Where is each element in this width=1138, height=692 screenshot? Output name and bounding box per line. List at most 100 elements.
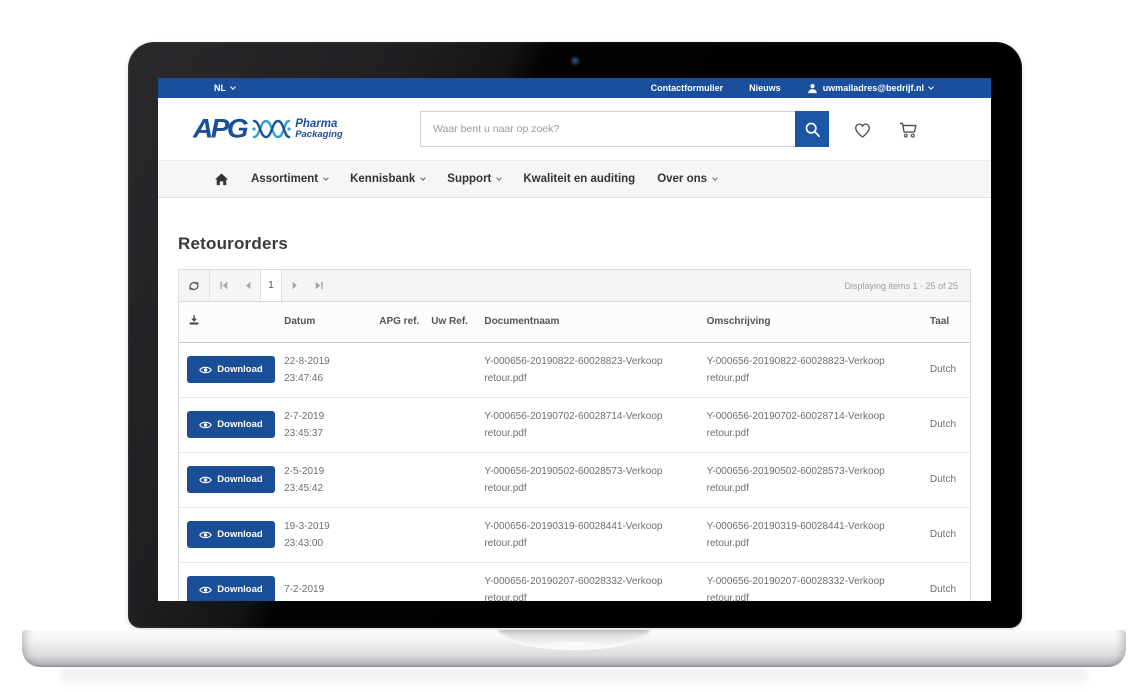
uw-ref-cell <box>423 452 476 507</box>
apg-ref-cell <box>371 562 423 601</box>
nav-item-support[interactable]: Support <box>447 173 501 185</box>
nav-item-label: Support <box>447 173 491 185</box>
heart-icon <box>850 117 875 141</box>
page-number[interactable]: 1 <box>260 270 282 301</box>
time-value: 23:47:46 <box>284 370 365 387</box>
logo-brand-line2: Packaging <box>295 130 343 140</box>
download-button[interactable]: Download <box>187 521 275 548</box>
refresh-button[interactable] <box>179 270 210 301</box>
download-button[interactable]: Download <box>187 466 275 493</box>
chevron-down-icon <box>230 84 236 90</box>
document-name-cell: Y-000656-20190502-60028573-Verkoop retou… <box>476 452 698 507</box>
home-icon <box>214 172 229 186</box>
next-page-button[interactable] <box>282 270 306 301</box>
download-cell: Download <box>179 342 276 397</box>
nav-item-kennisbank[interactable]: Kennisbank <box>350 173 425 185</box>
search-icon <box>804 121 821 138</box>
download-button[interactable]: Download <box>187 356 275 383</box>
document-name-cell: Y-000656-20190319-60028441-Verkoop retou… <box>476 507 698 562</box>
logo-brand-text: Pharma Packaging <box>295 118 343 140</box>
date-cell: 19-3-2019 23:43:00 <box>276 507 371 562</box>
nav-home[interactable] <box>214 172 229 186</box>
news-link[interactable]: Nieuws <box>749 83 781 93</box>
contact-link[interactable]: Contactformulier <box>651 83 724 93</box>
eye-icon <box>199 530 212 540</box>
table-row: Download 19-3-2019 23:43:00 Y-000656-201… <box>179 507 970 562</box>
dna-icon <box>251 115 291 143</box>
description-cell: Y-000656-20190207-60028332-Verkoop retou… <box>699 562 922 601</box>
laptop-reflection <box>60 669 1088 689</box>
download-cell: Download <box>179 397 276 452</box>
table-row: Download 2-5-2019 23:45:42 Y-000656-2019… <box>179 452 970 507</box>
laptop-base-notch <box>498 630 650 650</box>
apg-ref-cell <box>371 342 423 397</box>
prev-page-icon <box>242 279 255 292</box>
uw-ref-cell <box>423 562 476 601</box>
table-row: Download 2-7-2019 23:45:37 Y-000656-2019… <box>179 397 970 452</box>
language-selector[interactable]: NL <box>214 83 235 93</box>
laptop-base <box>22 630 1126 667</box>
laptop-screen-bezel: NL Contactformulier Nieuws uwmailadres@b… <box>128 42 1022 628</box>
documents-grid: 1 <box>178 269 971 601</box>
download-cell: Download <box>179 562 276 601</box>
apg-ref-cell <box>371 397 423 452</box>
column-header-taal: Taal <box>922 302 970 342</box>
date-value: 2-5-2019 <box>284 463 365 480</box>
column-header-omschrijving: Omschrijving <box>699 302 922 342</box>
column-header-apg-ref: APG ref. <box>371 302 423 342</box>
prev-page-button[interactable] <box>236 270 260 301</box>
download-button[interactable]: Download <box>187 411 275 438</box>
pager: 1 <box>212 270 330 301</box>
cart-button[interactable] <box>896 117 921 141</box>
description-cell: Y-000656-20190502-60028573-Verkoop retou… <box>699 452 922 507</box>
date-value: 19-3-2019 <box>284 518 365 535</box>
wishlist-button[interactable] <box>850 117 875 141</box>
page-title: Retourorders <box>178 234 971 254</box>
download-button-label: Download <box>217 584 262 595</box>
nav-item-label: Kennisbank <box>350 173 415 185</box>
eye-icon <box>199 475 212 485</box>
nav-item-assortiment[interactable]: Assortiment <box>251 173 328 185</box>
refresh-icon <box>187 279 201 293</box>
document-name-cell: Y-000656-20190702-60028714-Verkoop retou… <box>476 397 698 452</box>
date-value: 7-2-2019 <box>284 581 365 598</box>
language-cell: Dutch <box>922 342 970 397</box>
download-button-label: Download <box>217 529 262 540</box>
apg-ref-cell <box>371 507 423 562</box>
chevron-down-icon <box>928 84 934 90</box>
displaying-items-text: Displaying items 1 - 25 of 25 <box>844 281 970 291</box>
time-value: 23:45:42 <box>284 480 365 497</box>
logo[interactable]: APG Pharma Packaging <box>193 115 420 143</box>
download-cell: Download <box>179 452 276 507</box>
chevron-down-icon <box>712 175 718 181</box>
logo-apg-text: APG <box>193 116 246 143</box>
document-name-cell: Y-000656-20190207-60028332-Verkoop retou… <box>476 562 698 601</box>
user-email: uwmailadres@bedrijf.nl <box>823 83 924 93</box>
laptop-mockup: NL Contactformulier Nieuws uwmailadres@b… <box>0 0 1138 692</box>
chevron-down-icon <box>323 175 329 181</box>
nav-item-kwaliteit-en-auditing[interactable]: Kwaliteit en auditing <box>523 173 635 185</box>
download-button[interactable]: Download <box>187 576 275 601</box>
content-area: Retourorders <box>158 198 991 601</box>
cart-icon <box>896 117 921 141</box>
date-cell: 2-7-2019 23:45:37 <box>276 397 371 452</box>
eye-icon <box>199 420 212 430</box>
user-menu[interactable]: uwmailadres@bedrijf.nl <box>807 83 933 94</box>
download-cell: Download <box>179 507 276 562</box>
person-icon <box>807 83 818 94</box>
nav-item-label: Over ons <box>657 173 707 185</box>
table-row: Download 22-8-2019 23:47:46 Y-000656-201… <box>179 342 970 397</box>
nav-item-over-ons[interactable]: Over ons <box>657 173 717 185</box>
last-page-icon <box>312 279 325 292</box>
uw-ref-cell <box>423 507 476 562</box>
last-page-button[interactable] <box>306 270 330 301</box>
grid-toolbar: 1 <box>179 270 970 302</box>
apg-ref-cell <box>371 452 423 507</box>
chevron-down-icon <box>420 175 426 181</box>
language-cell: Dutch <box>922 507 970 562</box>
search-button[interactable] <box>795 111 829 147</box>
first-page-button[interactable] <box>212 270 236 301</box>
download-button-label: Download <box>217 364 262 375</box>
language-cell: Dutch <box>922 397 970 452</box>
search-input[interactable] <box>420 111 795 147</box>
